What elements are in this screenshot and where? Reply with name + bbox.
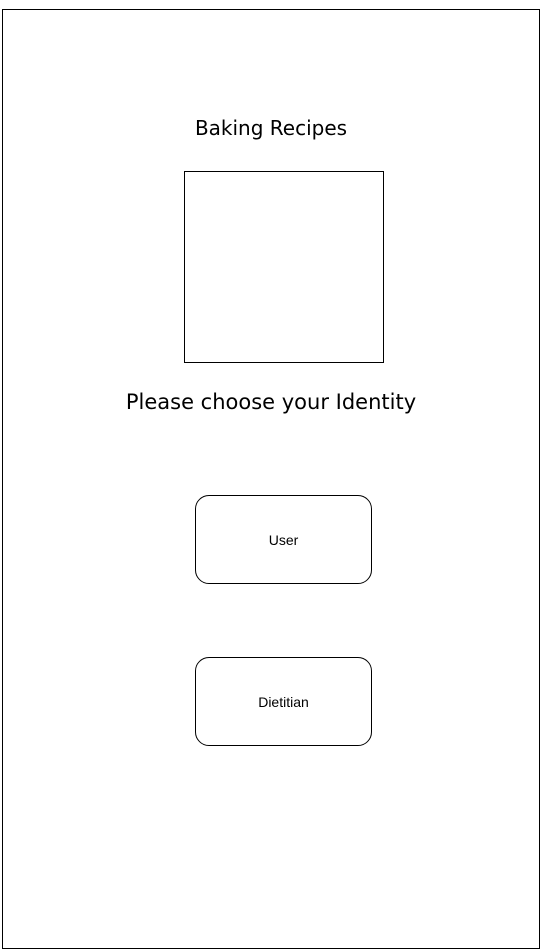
- dietitian-button-label: Dietitian: [258, 693, 309, 710]
- user-button[interactable]: User: [195, 495, 372, 584]
- identity-prompt: Please choose your Identity: [125, 390, 417, 414]
- user-button-label: User: [268, 531, 299, 548]
- app-title: Baking Recipes: [194, 116, 348, 140]
- logo-image-placeholder: [184, 171, 384, 363]
- screen-frame: Baking Recipes Please choose your Identi…: [2, 9, 540, 949]
- dietitian-button[interactable]: Dietitian: [195, 657, 372, 746]
